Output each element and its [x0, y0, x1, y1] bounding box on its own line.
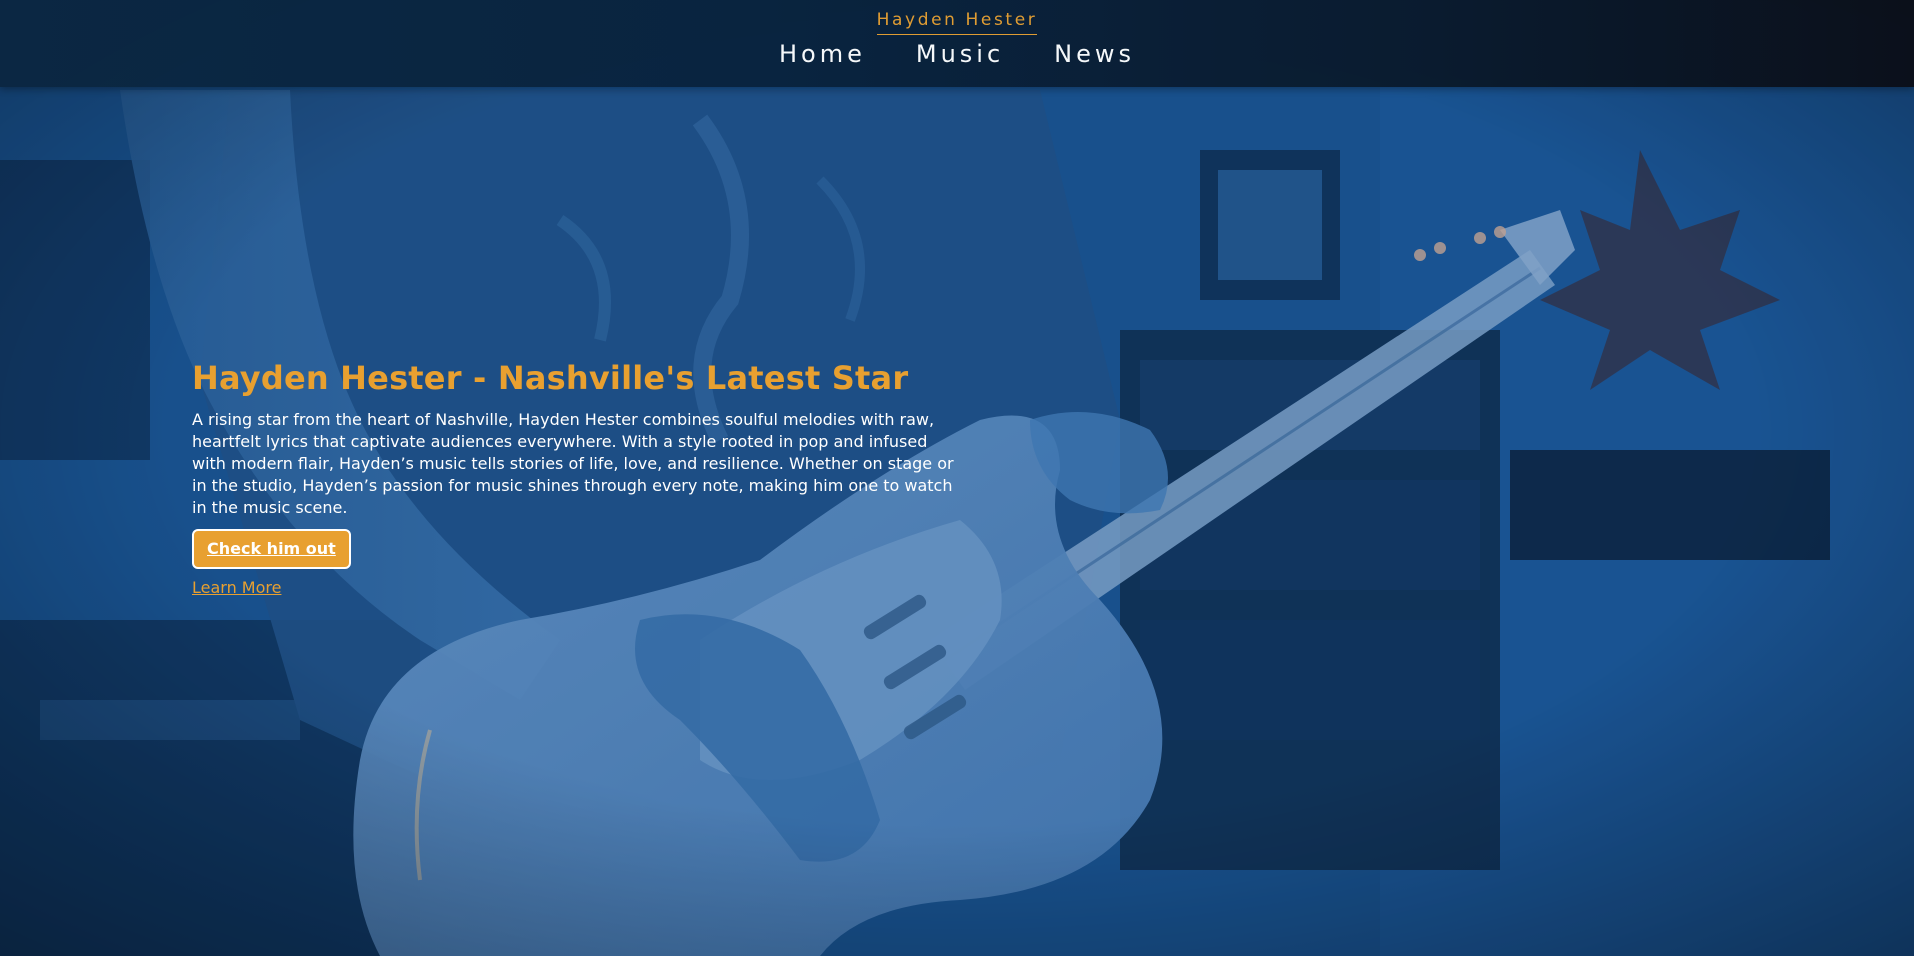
nav-link-news[interactable]: News: [1054, 40, 1135, 68]
check-him-out-button[interactable]: Check him out: [192, 529, 351, 569]
top-navigation-bar: Hayden Hester Home Music News: [0, 0, 1914, 87]
brand-link[interactable]: Hayden Hester: [876, 10, 1038, 35]
learn-more-link[interactable]: Learn More: [192, 578, 281, 597]
brand-container: Hayden Hester: [0, 10, 1914, 35]
main-nav: Home Music News: [0, 40, 1914, 68]
hero-description: A rising star from the heart of Nashvill…: [192, 410, 954, 517]
hero-section: Hayden Hester Home Music News Hayden Hes…: [0, 0, 1914, 956]
nav-link-music[interactable]: Music: [916, 40, 1004, 68]
hero-content: Hayden Hester - Nashville's Latest Star …: [192, 358, 972, 597]
nav-link-home[interactable]: Home: [779, 40, 866, 68]
hero-title: Hayden Hester - Nashville's Latest Star: [192, 359, 909, 397]
